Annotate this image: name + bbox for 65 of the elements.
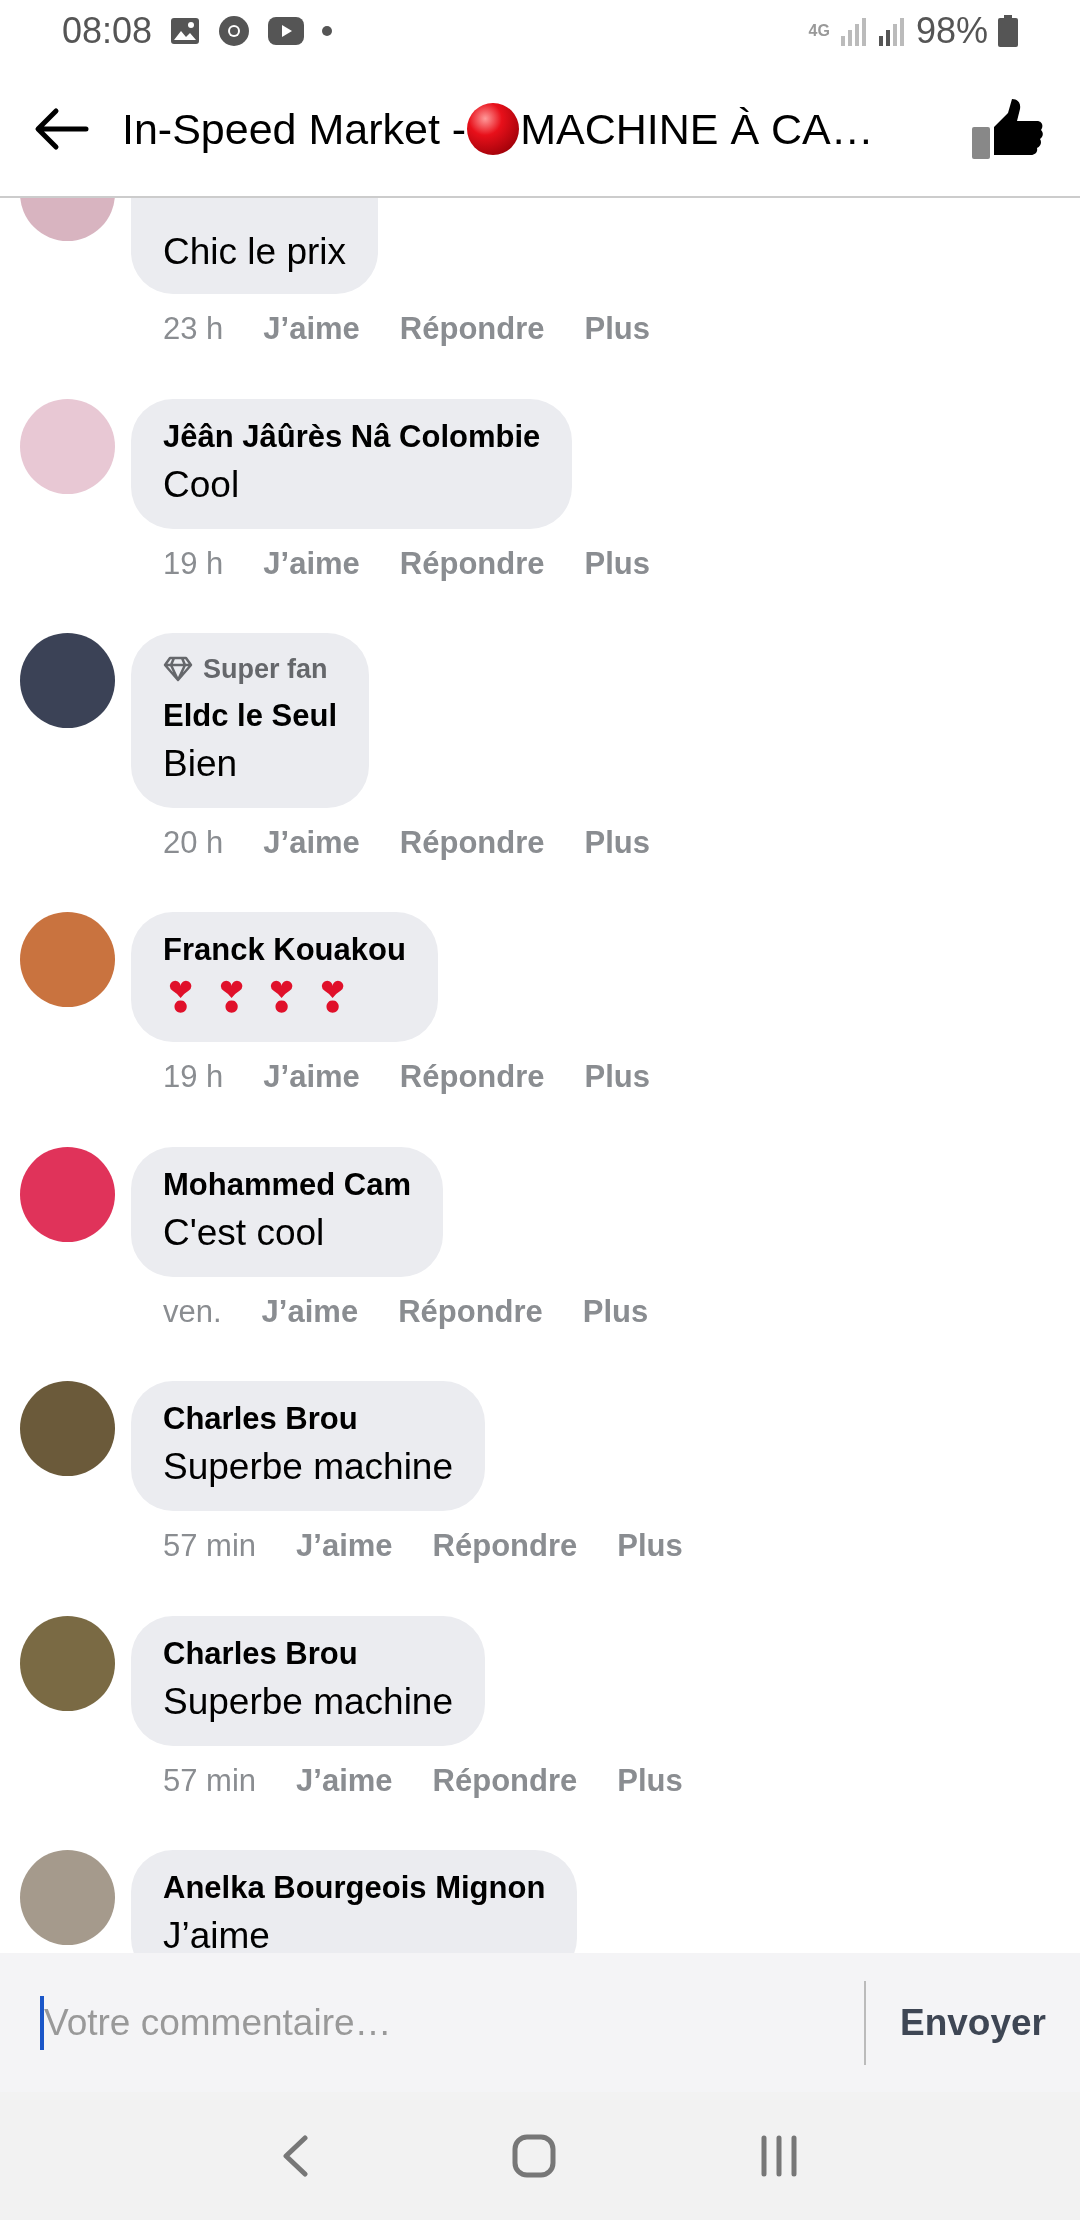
comment-text: Bien bbox=[163, 741, 239, 786]
text-cursor-icon bbox=[40, 1995, 44, 2050]
comment-action-link[interactable]: Plus bbox=[617, 1523, 683, 1570]
clock: 08:08 bbox=[62, 9, 153, 53]
comment-text: C'est cool bbox=[163, 1210, 326, 1255]
signal-icon bbox=[839, 16, 868, 46]
comment-action-link[interactable]: Plus bbox=[582, 1288, 649, 1335]
image-icon bbox=[170, 17, 201, 45]
comment-time: 19 h bbox=[163, 544, 224, 583]
comment-action-link[interactable]: J’aime bbox=[261, 1288, 359, 1335]
comment-action-link[interactable]: Répondre bbox=[399, 819, 545, 866]
ball-icon bbox=[466, 102, 521, 156]
comment-time: 57 min bbox=[163, 1761, 257, 1800]
back-icon[interactable] bbox=[281, 2135, 310, 2177]
signal-icon bbox=[877, 16, 906, 46]
comment-text: Superbe machine bbox=[163, 1445, 454, 1489]
comment-action-link[interactable]: Répondre bbox=[432, 1523, 578, 1570]
comment-action-link[interactable]: J’aime bbox=[263, 1054, 360, 1101]
comment-action-link[interactable]: Plus bbox=[584, 1054, 650, 1101]
dot-icon bbox=[322, 26, 333, 36]
commenter-name[interactable]: Jêân Jâûrès Nâ Colombie bbox=[163, 414, 541, 459]
comment-time: 23 h bbox=[163, 310, 224, 348]
back-arrow-icon[interactable] bbox=[34, 107, 90, 151]
commenter-name[interactable]: Anelka Bourgeois Mignon bbox=[163, 1866, 546, 1910]
comment-action-link[interactable]: Répondre bbox=[399, 1054, 545, 1101]
commenter-name[interactable]: Franck Kouakou bbox=[163, 928, 406, 972]
diamond-icon bbox=[163, 656, 193, 683]
comment-input-field[interactable]: Votre commentaire… Envoyer bbox=[0, 1953, 1080, 2092]
commenter-name[interactable]: Charles Brou bbox=[163, 1631, 454, 1676]
network-type: 4G bbox=[808, 23, 830, 39]
post-title: In-Speed Market - bbox=[122, 103, 467, 155]
comment-action-link[interactable]: Répondre bbox=[399, 306, 545, 353]
video-play-icon bbox=[268, 17, 305, 45]
comment-text: Chic le prix bbox=[163, 230, 346, 274]
commenter-name[interactable]: Mohammed Cam bbox=[163, 1162, 412, 1207]
comment-text: Cool bbox=[163, 462, 241, 507]
comment-action-link[interactable]: Plus bbox=[584, 540, 650, 587]
commenter-name[interactable]: Charles Brou bbox=[163, 1397, 454, 1441]
comment-action-link[interactable]: Répondre bbox=[432, 1757, 578, 1804]
comment-action-link[interactable]: J’aime bbox=[263, 306, 360, 353]
comment-action-link[interactable]: Plus bbox=[584, 819, 650, 866]
battery-percent: 98% bbox=[915, 9, 988, 53]
comment-time: ven. bbox=[163, 1292, 222, 1331]
commenter-name[interactable]: Eldc le Seul bbox=[163, 693, 337, 738]
comment-text: J’aime bbox=[163, 1914, 271, 1953]
post-title: MACHINE À CA… bbox=[520, 103, 874, 155]
comment-action-link[interactable]: J’aime bbox=[263, 540, 360, 587]
comment-time: 57 min bbox=[163, 1527, 257, 1565]
browser-icon bbox=[218, 15, 251, 47]
comment-time: 20 h bbox=[163, 823, 224, 862]
comment-action-link[interactable]: J’aime bbox=[263, 819, 360, 866]
comment-action-link[interactable]: Plus bbox=[617, 1757, 683, 1804]
super-fan-label: Super fan bbox=[203, 653, 328, 686]
thumbs-up-icon[interactable] bbox=[970, 97, 1046, 161]
comment-text: ❣ ❣ ❣ ❣ bbox=[163, 973, 353, 1023]
comment-time: 19 h bbox=[163, 1058, 224, 1096]
comment-action-link[interactable]: J’aime bbox=[296, 1523, 393, 1570]
comment-action-link[interactable]: Répondre bbox=[398, 1288, 543, 1335]
comment-action-link[interactable]: Plus bbox=[584, 306, 650, 353]
battery-icon bbox=[998, 15, 1018, 47]
comment-action-link[interactable]: J’aime bbox=[296, 1757, 393, 1804]
comment-text: Superbe machine bbox=[163, 1679, 454, 1724]
comment-action-link[interactable]: Répondre bbox=[399, 540, 545, 587]
send-button[interactable]: Envoyer bbox=[900, 1994, 1046, 2051]
home-icon[interactable] bbox=[512, 2134, 556, 2178]
